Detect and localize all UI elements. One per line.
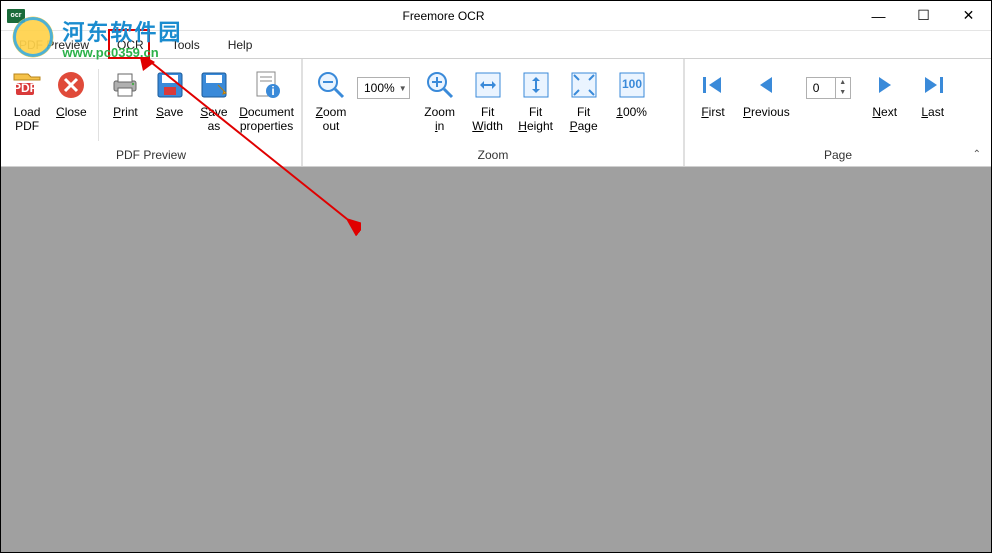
zoom-100-button[interactable]: 100 100%: [608, 65, 656, 121]
zoomout-label-2: out: [323, 119, 340, 133]
close-button[interactable]: Close: [49, 65, 93, 121]
window-title: Freemore OCR: [31, 9, 856, 23]
previous-page-button[interactable]: Previous: [737, 65, 796, 121]
ribbon-group-page: First Previous 0 ▲ ▼ Next: [685, 59, 991, 166]
minimize-button[interactable]: —: [856, 1, 901, 31]
save-icon: [152, 67, 188, 103]
load-pdf-label-2: PDF: [15, 119, 39, 133]
previous-page-icon: [748, 67, 784, 103]
save-as-button[interactable]: Saveas: [192, 65, 236, 135]
ribbon-group-zoom: Zoomout 100% ▼ Zoomin FitWidth: [303, 59, 685, 166]
zoom-100-icon: 100: [614, 67, 650, 103]
hundred-label: 00%: [623, 105, 647, 119]
saveas-label-1: ave: [208, 105, 227, 119]
zoom-out-button[interactable]: Zoomout: [307, 65, 355, 135]
zoom-level-value: 100%: [364, 81, 395, 95]
page-spin-down[interactable]: ▼: [836, 88, 850, 98]
document-canvas: [1, 167, 991, 552]
menu-ocr[interactable]: OCR: [103, 34, 158, 56]
svg-text:i: i: [271, 84, 274, 98]
zoom-in-icon: [422, 67, 458, 103]
svg-text:PDF: PDF: [13, 81, 37, 95]
document-properties-button[interactable]: i Documentproperties: [236, 65, 297, 135]
zoom-in-button[interactable]: Zoomin: [416, 65, 464, 135]
save-button[interactable]: Save: [148, 65, 192, 121]
fit-width-button[interactable]: FitWidth: [464, 65, 512, 135]
load-pdf-button[interactable]: PDF LoadPDF: [5, 65, 49, 135]
maximize-button[interactable]: ☐: [901, 1, 946, 31]
load-pdf-icon: PDF: [9, 67, 45, 103]
next-page-icon: [867, 67, 903, 103]
menu-tools[interactable]: Tools: [158, 34, 214, 56]
menubar: PDF Preview OCR Tools Help: [1, 31, 991, 59]
print-icon: [107, 67, 143, 103]
fit-page-icon: [566, 67, 602, 103]
page-spin-up[interactable]: ▲: [836, 78, 850, 88]
separator: [98, 69, 100, 141]
ribbon-group-pdf-preview: PDF LoadPDF Close Print: [1, 59, 303, 166]
ribbon: PDF LoadPDF Close Print: [1, 59, 991, 167]
chevron-down-icon: ▼: [399, 84, 407, 93]
last-page-button[interactable]: Last: [909, 65, 957, 121]
save-label: ave: [164, 105, 183, 119]
menu-help[interactable]: Help: [214, 34, 267, 56]
document-properties-icon: i: [249, 67, 285, 103]
print-label: rint: [121, 105, 138, 119]
close-window-button[interactable]: ✕: [946, 1, 991, 31]
ribbon-group-pdf-label: PDF Preview: [1, 146, 301, 166]
fit-height-icon: [518, 67, 554, 103]
fit-page-button[interactable]: FitPage: [560, 65, 608, 135]
page-number-value: 0: [807, 81, 835, 95]
svg-text:100: 100: [622, 77, 642, 91]
window-buttons: — ☐ ✕: [856, 1, 991, 31]
close-label: lose: [65, 105, 87, 119]
page-number-spinner[interactable]: 0 ▲ ▼: [806, 77, 851, 99]
load-pdf-label-1: Load: [14, 105, 41, 119]
titlebar: ocr Freemore OCR — ☐ ✕: [1, 1, 991, 31]
print-button[interactable]: Print: [103, 65, 147, 121]
app-icon: ocr: [7, 9, 25, 23]
fit-width-icon: [470, 67, 506, 103]
zoom-out-icon: [313, 67, 349, 103]
save-as-icon: [196, 67, 232, 103]
ribbon-group-page-label: Page: [685, 146, 991, 166]
docprops-label-1: ocument: [248, 105, 294, 119]
fit-height-button[interactable]: FitHeight: [512, 65, 560, 135]
close-icon: [53, 67, 89, 103]
docprops-label-2: properties: [240, 119, 293, 133]
ribbon-group-zoom-label: Zoom: [303, 146, 683, 166]
menu-pdf-preview[interactable]: PDF Preview: [5, 34, 103, 56]
saveas-label-2: as: [208, 119, 221, 133]
next-page-button[interactable]: Next: [861, 65, 909, 121]
first-page-icon: [695, 67, 731, 103]
collapse-ribbon-icon[interactable]: ⌃: [973, 149, 981, 160]
first-page-button[interactable]: First: [689, 65, 737, 121]
zoom-level-dropdown[interactable]: 100% ▼: [357, 77, 410, 99]
last-page-icon: [915, 67, 951, 103]
